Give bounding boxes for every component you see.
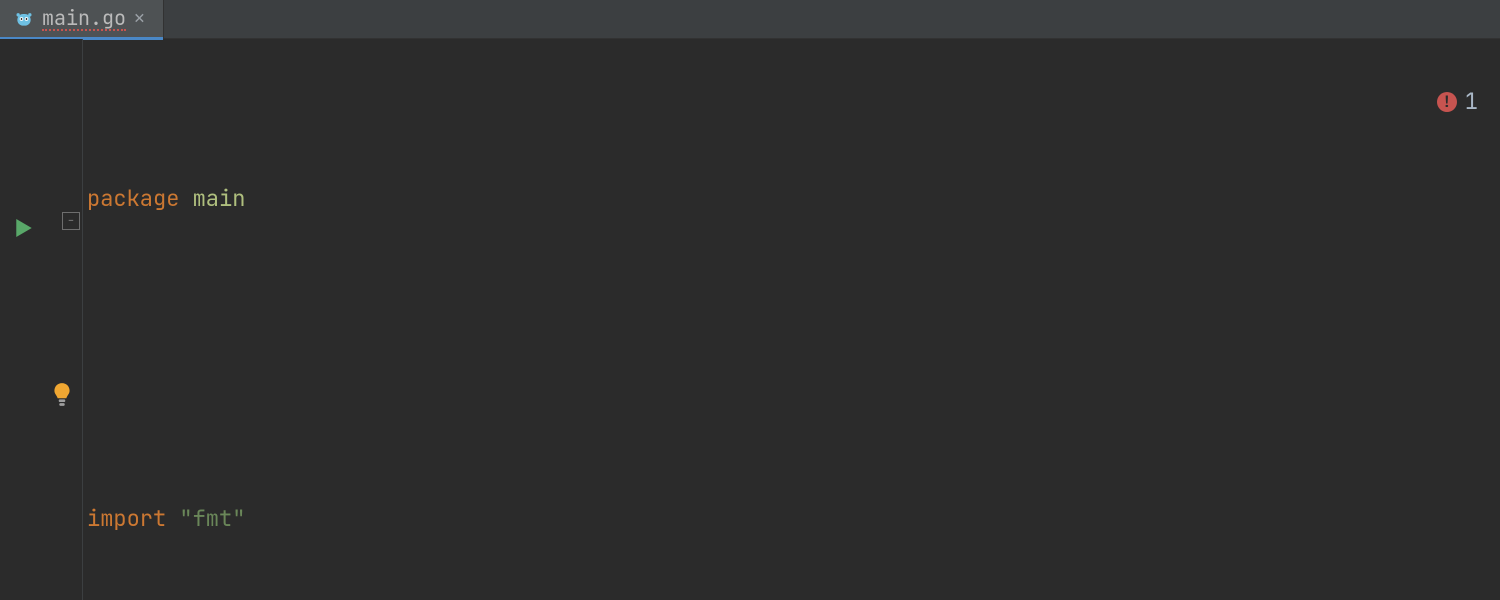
bulb-icon[interactable] — [0, 382, 82, 408]
tab-bar: main.go ✕ — [0, 0, 1500, 39]
tab-label: main.go — [42, 8, 126, 31]
tab-main-go[interactable]: main.go ✕ — [0, 0, 164, 38]
gopher-icon — [14, 9, 34, 29]
close-icon[interactable]: ✕ — [134, 10, 145, 28]
gutter: − — [0, 39, 83, 600]
code-line[interactable]: import "fmt" — [83, 499, 1500, 539]
code-area[interactable]: package main import "fmt" func main() { … — [83, 39, 1500, 600]
code-line[interactable]: package main — [83, 179, 1500, 219]
code-line[interactable] — [83, 339, 1500, 379]
editor: ! 1 − package main im — [0, 39, 1500, 600]
